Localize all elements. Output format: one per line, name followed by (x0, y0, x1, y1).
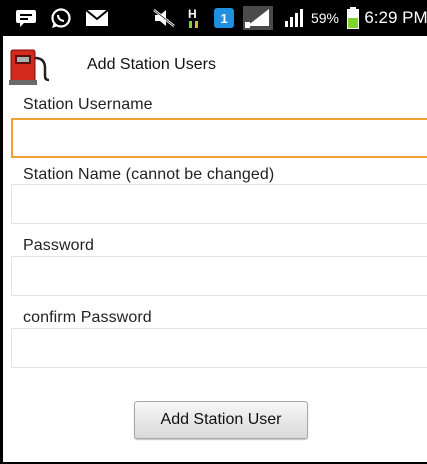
battery-percent: 59% (310, 10, 340, 26)
app-screen: H 1 59% 6:29 PM Add Station Users Statio… (0, 0, 427, 464)
password-input[interactable] (11, 256, 427, 296)
page-title: Add Station Users (87, 56, 216, 73)
confirm-password-input[interactable] (11, 328, 427, 368)
notification-icon: 1 (213, 0, 235, 36)
station-name-label: Station Name (cannot be changed) (23, 166, 275, 183)
whatsapp-icon (48, 0, 74, 36)
add-station-user-button[interactable]: Add Station User (134, 401, 308, 439)
mute-icon (151, 0, 177, 36)
clock: 6:29 PM (364, 8, 427, 27)
status-bar: H 1 59% 6:29 PM (3, 0, 427, 36)
password-label: Password (23, 237, 95, 254)
confirm-password-label: confirm Password (23, 309, 152, 326)
signal-icon (283, 0, 307, 36)
signal-icon (241, 0, 275, 36)
station-name-input[interactable] (11, 184, 427, 224)
email-icon (83, 0, 111, 36)
notification-badge: 1 (221, 11, 228, 26)
data-transfer-icon: H (183, 0, 207, 36)
messenger-icon (13, 0, 39, 36)
signal-indicator-text: H (188, 7, 197, 21)
fuel-pump-icon (9, 46, 53, 86)
action-bar: Add Station Users (3, 38, 427, 90)
username-label: Station Username (23, 96, 153, 113)
battery-icon (346, 0, 360, 36)
station-username-input[interactable] (11, 118, 427, 158)
